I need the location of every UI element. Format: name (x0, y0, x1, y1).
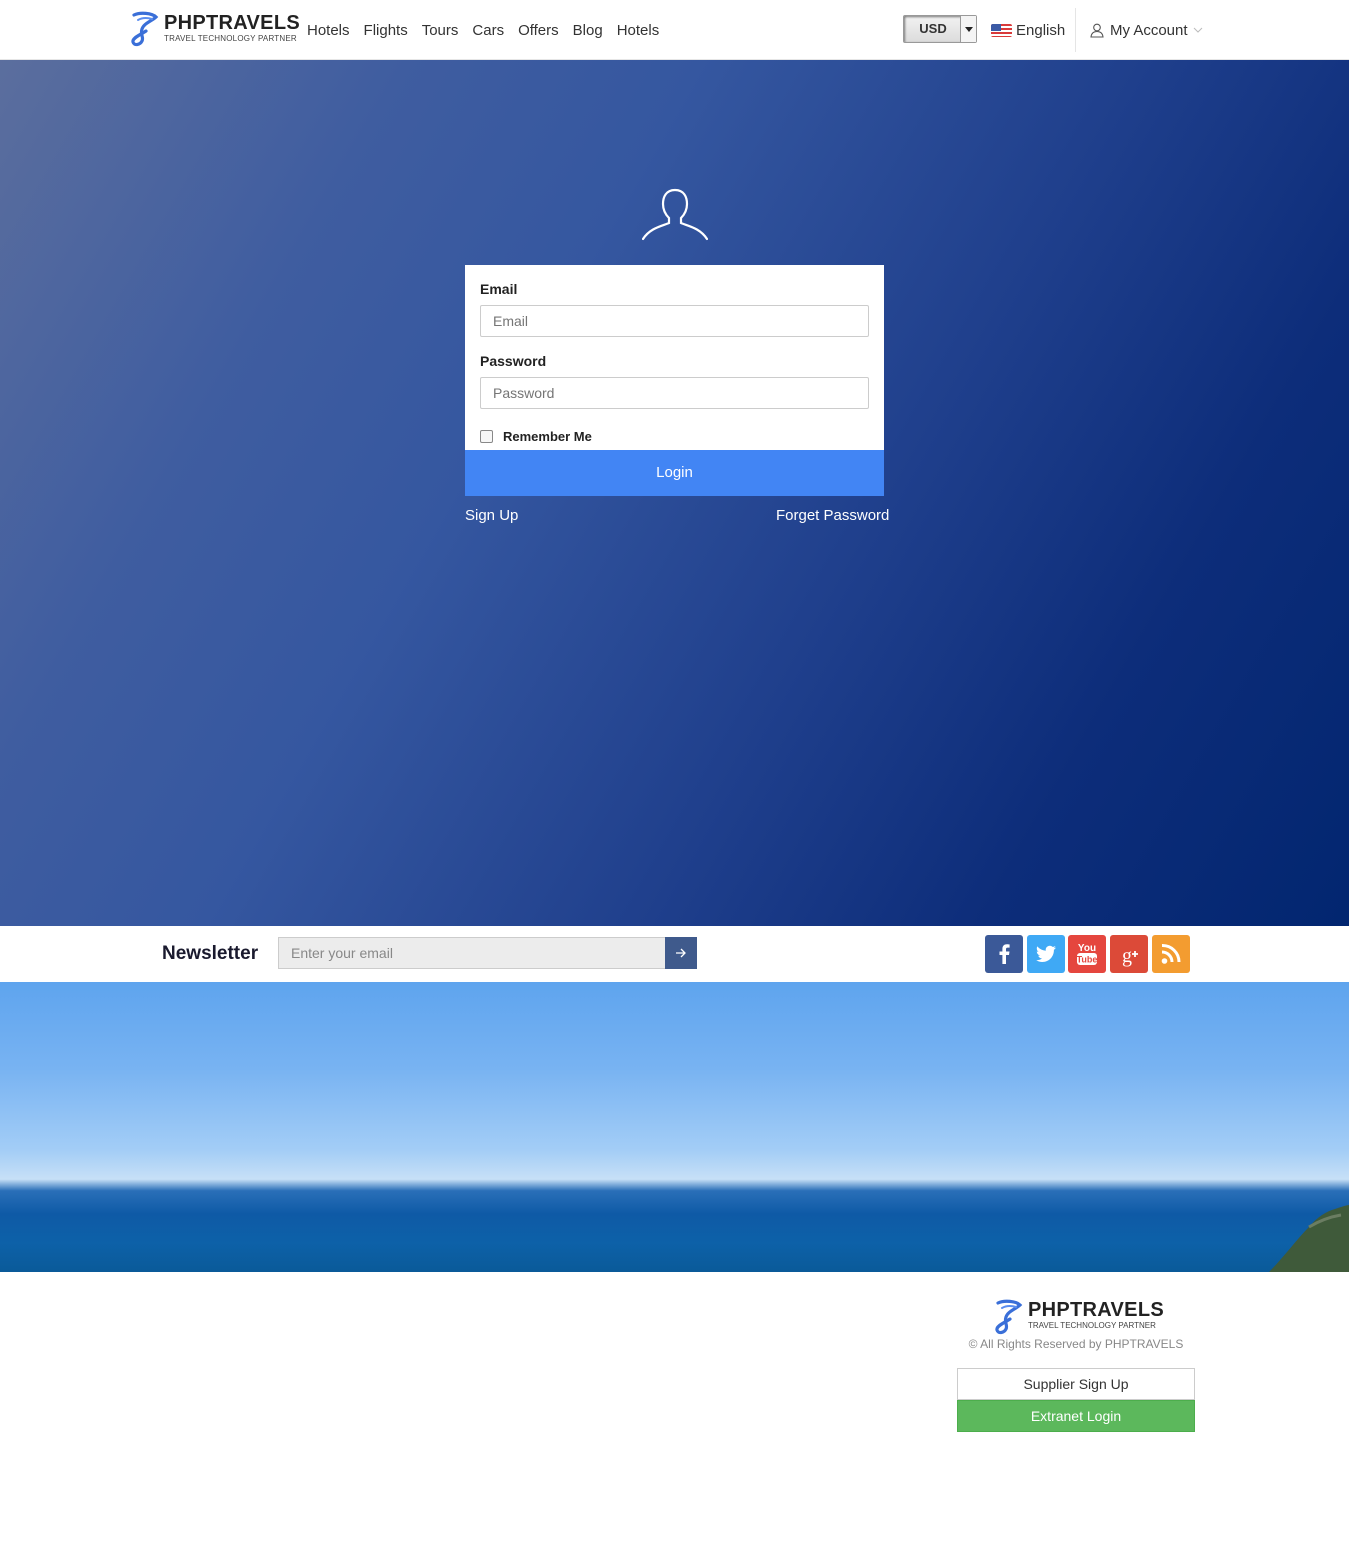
nav-tours[interactable]: Tours (415, 22, 466, 39)
email-label: Email (480, 281, 518, 297)
youtube-icon[interactable]: You Tube (1068, 935, 1106, 973)
login-hero: Email Password Remember Me Login Sign Up… (0, 60, 1349, 926)
login-form: Email Password Remember Me Login (465, 265, 884, 496)
forget-password-link[interactable]: Forget Password (776, 507, 889, 524)
currency-select[interactable]: USD (903, 15, 977, 43)
brand-name: PHPTRAVELS (164, 12, 300, 34)
twitter-icon[interactable] (1027, 935, 1065, 973)
copyright-text: © All Rights Reserved by PHPTRAVELS (968, 1337, 1184, 1351)
remember-me-label: Remember Me (503, 429, 592, 444)
language-label: English (1016, 21, 1066, 39)
email-input[interactable] (480, 305, 869, 337)
svg-text:g: g (1122, 945, 1132, 967)
newsletter-submit-button[interactable] (665, 937, 697, 969)
nav-blog[interactable]: Blog (566, 22, 610, 39)
footer-brand-name: PHPTRAVELS (1028, 1299, 1164, 1321)
remember-me: Remember Me (480, 429, 592, 444)
login-button[interactable]: Login (465, 450, 884, 496)
footer-brand-logo[interactable]: PHPTRAVELS TRAVEL TECHNOLOGY PARTNER (994, 1299, 1164, 1335)
user-icon (1090, 23, 1104, 38)
chevron-down-icon[interactable] (960, 16, 976, 42)
brand-tagline: TRAVEL TECHNOLOGY PARTNER (164, 34, 297, 43)
ocean-banner-image (0, 982, 1349, 1272)
remember-me-checkbox[interactable] (480, 430, 493, 443)
footer-brand-tagline: TRAVEL TECHNOLOGY PARTNER (1028, 1321, 1156, 1330)
supplier-signup-button[interactable]: Supplier Sign Up (957, 1368, 1195, 1400)
nav-hotels-2[interactable]: Hotels (610, 22, 667, 39)
password-input[interactable] (480, 377, 869, 409)
rss-icon[interactable] (1152, 935, 1190, 973)
newsletter-email-input[interactable]: Enter your email (278, 937, 666, 969)
my-account-menu[interactable]: My Account (1090, 19, 1209, 41)
nav-flights[interactable]: Flights (357, 22, 415, 39)
currency-value: USD (919, 21, 947, 36)
logo-mark-icon (995, 1299, 1023, 1335)
nav-hotels[interactable]: Hotels (300, 22, 357, 39)
password-label: Password (480, 353, 547, 369)
facebook-icon[interactable] (985, 935, 1023, 973)
svg-text:You: You (1078, 943, 1096, 954)
nav-offers[interactable]: Offers (511, 22, 566, 39)
my-account-label: My Account (1110, 21, 1188, 39)
nav-cars[interactable]: Cars (465, 22, 511, 39)
us-flag-icon (991, 23, 1012, 37)
top-header: PHPTRAVELS TRAVEL TECHNOLOGY PARTNER Hot… (0, 0, 1349, 60)
extranet-login-button[interactable]: Extranet Login (957, 1400, 1195, 1432)
newsletter-bar: Newsletter Enter your email You Tube g (0, 926, 1349, 982)
header-divider (1075, 8, 1076, 52)
brand-logo[interactable]: PHPTRAVELS TRAVEL TECHNOLOGY PARTNER (130, 11, 300, 49)
logo-mark-icon (131, 11, 159, 47)
language-select[interactable]: English (991, 19, 1065, 41)
svg-text:Tube: Tube (1077, 955, 1098, 965)
main-nav: Hotels Flights Tours Cars Offers Blog Ho… (300, 0, 666, 60)
user-avatar-icon (642, 188, 708, 241)
signup-link[interactable]: Sign Up (465, 507, 518, 524)
arrow-right-icon (676, 948, 686, 958)
cliff-shape (1269, 1205, 1349, 1272)
newsletter-title: Newsletter (162, 943, 259, 964)
chevron-down-icon (1193, 27, 1202, 33)
google-plus-icon[interactable]: g (1110, 935, 1148, 973)
